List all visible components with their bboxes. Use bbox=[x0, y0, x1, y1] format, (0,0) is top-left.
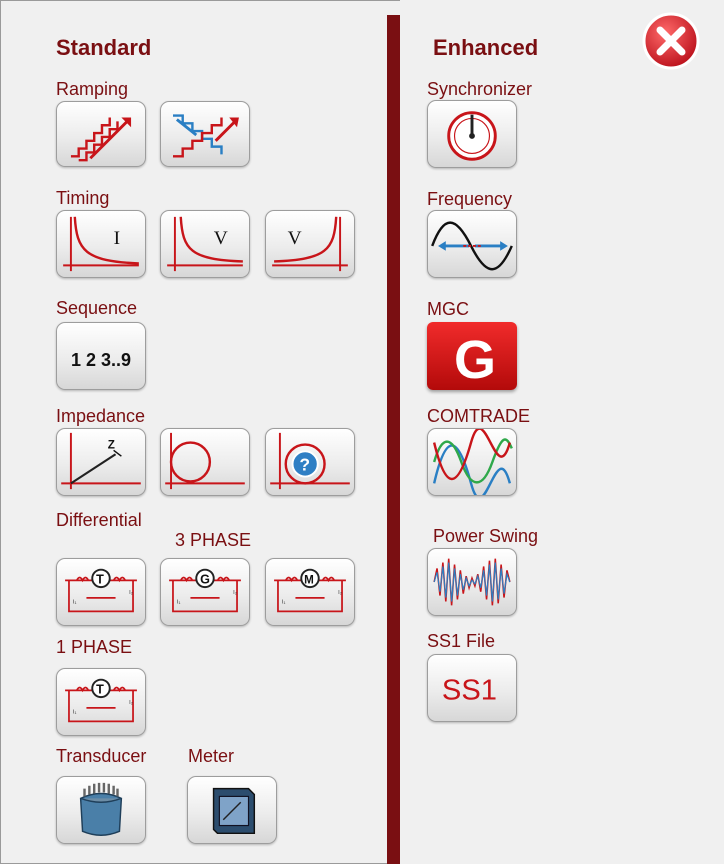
differential-transformer-button[interactable]: T I₁ I₂ bbox=[56, 558, 146, 626]
sequence-label: Sequence bbox=[56, 298, 138, 318]
timing-voltage-button[interactable]: V bbox=[160, 210, 250, 278]
transducer-icon bbox=[79, 782, 123, 836]
differential-one-phase-button[interactable]: T I₁ I₂ bbox=[56, 668, 146, 736]
motor-diagram-icon: M I₁ I₂ bbox=[274, 568, 346, 613]
svg-text:V: V bbox=[288, 228, 302, 249]
ramping-pulse-button[interactable] bbox=[160, 101, 250, 167]
svg-text:G: G bbox=[454, 330, 496, 390]
svg-text:I₁: I₁ bbox=[177, 600, 181, 606]
sequence-button-text: 1 2 3..9 bbox=[70, 350, 132, 370]
impedance-search-icon: ? bbox=[270, 432, 350, 490]
mgc-button[interactable]: G bbox=[427, 322, 517, 390]
sequence-button[interactable]: 1 2 3..9 bbox=[56, 322, 146, 390]
impedance-circle-icon bbox=[165, 432, 245, 490]
comtrade-button[interactable] bbox=[427, 428, 517, 496]
impedance-ramp-icon: Z bbox=[61, 432, 141, 490]
timing-current-curve-icon: I bbox=[63, 216, 139, 272]
frequency-label: Frequency bbox=[427, 189, 513, 209]
one-phase-label: 1 PHASE bbox=[56, 637, 133, 657]
svg-text:I₁: I₁ bbox=[73, 600, 77, 606]
transformer-diagram-icon: T I₁ I₂ bbox=[65, 678, 137, 723]
timing-overvoltage-curve-icon: V bbox=[272, 216, 348, 272]
ramping-button[interactable] bbox=[56, 101, 146, 167]
timing-label: Timing bbox=[56, 188, 110, 208]
svg-text:G: G bbox=[200, 572, 210, 586]
synchronizer-button[interactable] bbox=[427, 100, 517, 168]
synchroscope-icon bbox=[447, 111, 497, 161]
impedance-label: Impedance bbox=[56, 406, 146, 426]
impedance-circle-button[interactable] bbox=[160, 428, 250, 496]
svg-text:I₁: I₁ bbox=[282, 600, 286, 606]
svg-text:?: ? bbox=[299, 455, 310, 475]
comtrade-label: COMTRADE bbox=[427, 406, 530, 426]
svg-text:I: I bbox=[114, 228, 120, 249]
svg-text:Z: Z bbox=[108, 438, 115, 451]
enhanced-heading: Enhanced bbox=[433, 35, 539, 60]
close-icon bbox=[642, 12, 700, 70]
ss1-file-label: SS1 File bbox=[427, 631, 496, 651]
ramp-pulse-icon bbox=[173, 114, 239, 158]
close-button[interactable] bbox=[642, 12, 700, 70]
synchronizer-label: Synchronizer bbox=[427, 79, 533, 99]
differential-motor-button[interactable]: M I₁ I₂ bbox=[265, 558, 355, 626]
differential-label: Differential bbox=[56, 510, 142, 530]
three-phase-label: 3 PHASE bbox=[175, 530, 252, 550]
mgc-label: MGC bbox=[427, 299, 469, 319]
ramping-label: Ramping bbox=[56, 79, 129, 99]
svg-text:V: V bbox=[214, 228, 228, 249]
svg-text:M: M bbox=[304, 573, 314, 586]
standard-heading: Standard bbox=[56, 35, 152, 60]
svg-text:T: T bbox=[96, 572, 104, 586]
meter-icon bbox=[212, 787, 256, 835]
impedance-search-button[interactable]: ? bbox=[265, 428, 355, 496]
impedance-ramp-button[interactable]: Z bbox=[56, 428, 146, 496]
meter-label: Meter bbox=[188, 746, 235, 766]
svg-text:I₂: I₂ bbox=[129, 700, 133, 706]
ramp-up-icon bbox=[70, 117, 132, 162]
frequency-button[interactable] bbox=[427, 210, 517, 278]
transformer-diagram-icon: T I₁ I₂ bbox=[65, 568, 137, 613]
power-swing-icon bbox=[433, 558, 511, 606]
panel-divider bbox=[387, 15, 400, 864]
power-swing-label: Power Swing bbox=[433, 526, 539, 546]
frequency-wave-icon bbox=[431, 221, 513, 271]
svg-text:I₂: I₂ bbox=[233, 590, 237, 596]
timing-current-button[interactable]: I bbox=[56, 210, 146, 278]
transducer-label: Transducer bbox=[56, 746, 147, 766]
svg-text:T: T bbox=[96, 682, 104, 696]
svg-text:I₂: I₂ bbox=[129, 590, 133, 596]
ss1-text-icon: SS1 bbox=[442, 675, 497, 707]
ss1-file-button[interactable]: SS1 bbox=[427, 654, 517, 722]
svg-text:I₂: I₂ bbox=[338, 590, 342, 596]
comtrade-waveform-icon bbox=[432, 429, 513, 495]
power-swing-button[interactable] bbox=[427, 548, 517, 616]
svg-text:SS1: SS1 bbox=[442, 675, 497, 707]
generator-diagram-icon: G I₁ I₂ bbox=[169, 568, 241, 613]
meter-button[interactable] bbox=[187, 776, 277, 844]
timing-overvoltage-button[interactable]: V bbox=[265, 210, 355, 278]
mgc-g-icon: G bbox=[454, 330, 496, 390]
differential-generator-button[interactable]: G I₁ I₂ bbox=[160, 558, 250, 626]
transducer-button[interactable] bbox=[56, 776, 146, 844]
timing-voltage-curve-icon: V bbox=[167, 216, 243, 272]
svg-text:I₁: I₁ bbox=[73, 710, 77, 716]
